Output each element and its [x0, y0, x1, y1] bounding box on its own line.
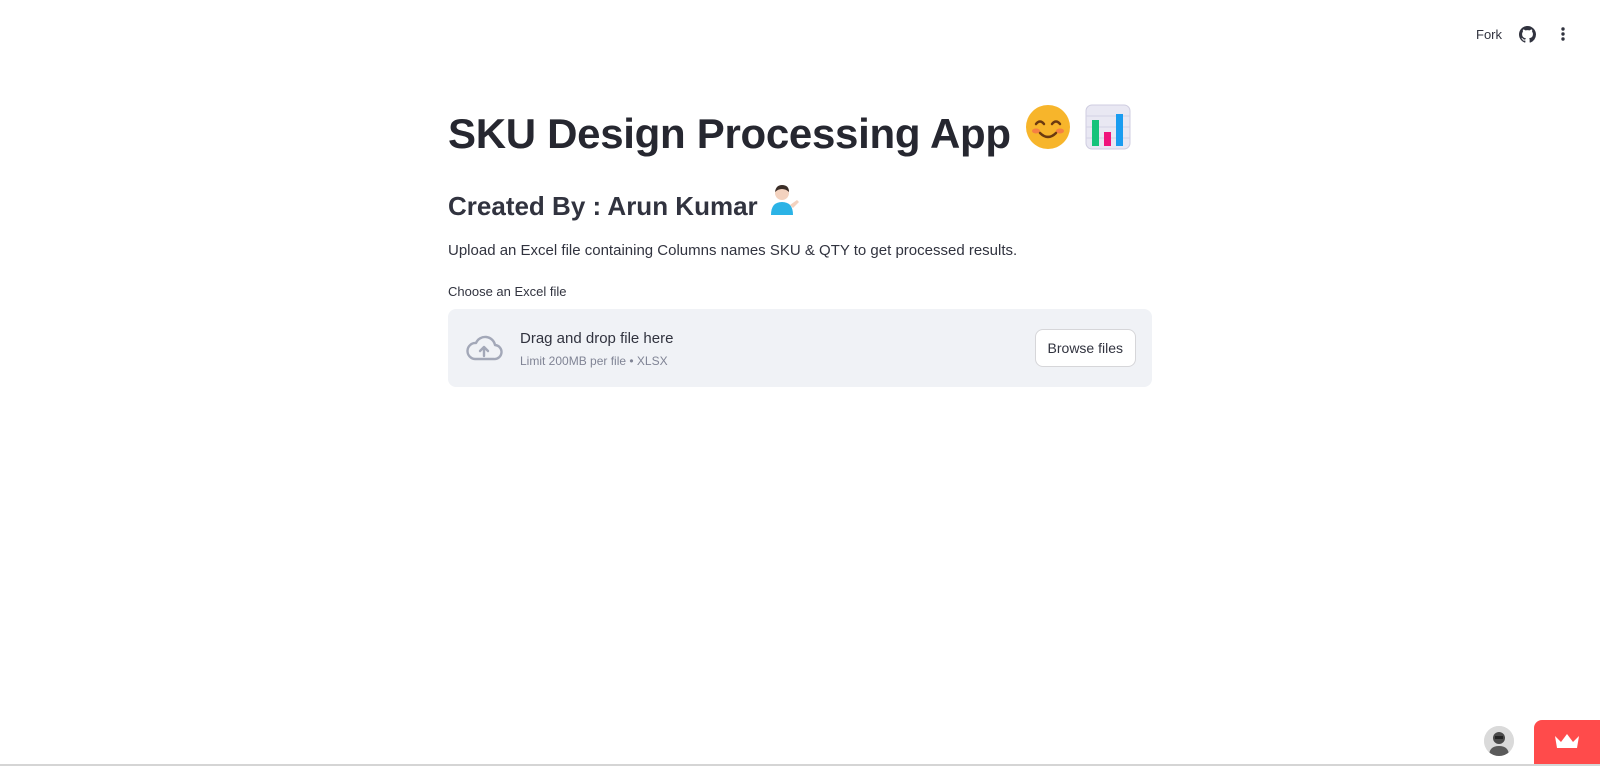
bar-chart-emoji-icon — [1085, 104, 1131, 164]
streamlit-badge-button[interactable] — [1534, 720, 1600, 766]
dropzone-text: Drag and drop file here Limit 200MB per … — [520, 328, 1035, 368]
user-avatar[interactable] — [1484, 726, 1514, 756]
header-toolbar: Fork — [1476, 22, 1574, 46]
page-title: SKU Design Processing App — [448, 104, 1152, 164]
github-icon[interactable] — [1516, 23, 1538, 45]
app-page: Fork SKU Design Processing App Created B… — [0, 0, 1600, 766]
dropzone-limit: Limit 200MB per file • XLSX — [520, 354, 668, 368]
person-tipping-hand-emoji-icon — [768, 184, 800, 227]
more-vertical-icon[interactable] — [1552, 23, 1574, 45]
fork-button[interactable]: Fork — [1476, 27, 1502, 42]
subtitle-text: Created By : Arun Kumar — [448, 190, 758, 221]
crown-icon — [1554, 733, 1580, 754]
browse-files-button[interactable]: Browse files — [1034, 329, 1136, 367]
main-content: SKU Design Processing App Created By: A… — [448, 104, 1152, 387]
description-text: Upload an Excel file containing Columns … — [448, 242, 1018, 259]
file-dropzone[interactable]: Drag and drop file here Limit 200MB per … — [448, 309, 1152, 387]
uploader-label: Choose an Excel file — [448, 284, 567, 299]
dropzone-instruction: Drag and drop file here — [520, 330, 674, 347]
page-title-text: SKU Design Processing App — [448, 110, 1011, 157]
cloud-upload-icon — [464, 328, 504, 368]
subtitle: Created By : Arun Kumar — [448, 184, 1152, 227]
smiling-face-emoji-icon — [1025, 104, 1071, 164]
